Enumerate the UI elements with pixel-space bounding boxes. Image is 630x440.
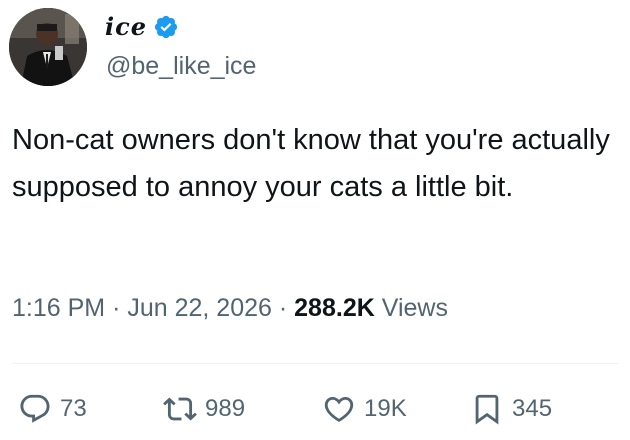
bookmark-icon	[475, 394, 499, 425]
divider	[12, 363, 618, 364]
reply-button[interactable]: 73	[18, 392, 87, 426]
tweet-meta: 1:16 PM · Jun 22, 2026 · 288.2K Views	[12, 294, 448, 323]
verified-badge-icon[interactable]	[153, 14, 179, 40]
avatar-image	[9, 8, 87, 86]
views-label: Views	[381, 294, 448, 322]
bookmark-count: 345	[512, 395, 553, 422]
meta-separator: ·	[278, 294, 288, 322]
author-name-row[interactable]: ice	[105, 12, 179, 41]
like-button[interactable]: 19K	[322, 392, 407, 426]
reply-count: 73	[60, 395, 87, 422]
tweet-time[interactable]: 1:16 PM	[12, 294, 105, 322]
author-handle[interactable]: @be_like_ice	[106, 52, 256, 81]
tweet-text: Non-cat owners don't know that you're ac…	[12, 124, 610, 203]
bookmark-button[interactable]: 345	[470, 392, 552, 426]
repost-icon	[163, 397, 197, 421]
meta-separator: ·	[112, 294, 121, 322]
like-count: 19K	[364, 395, 407, 422]
tweet-date[interactable]: Jun 22, 2026	[127, 294, 272, 322]
repost-button[interactable]: 989	[163, 392, 245, 426]
repost-count: 989	[205, 395, 246, 422]
avatar[interactable]	[9, 8, 87, 86]
reply-icon	[20, 394, 50, 423]
views-count: 288.2K	[294, 294, 375, 322]
heart-icon	[324, 396, 354, 422]
author-display-name[interactable]: ice	[105, 12, 147, 41]
